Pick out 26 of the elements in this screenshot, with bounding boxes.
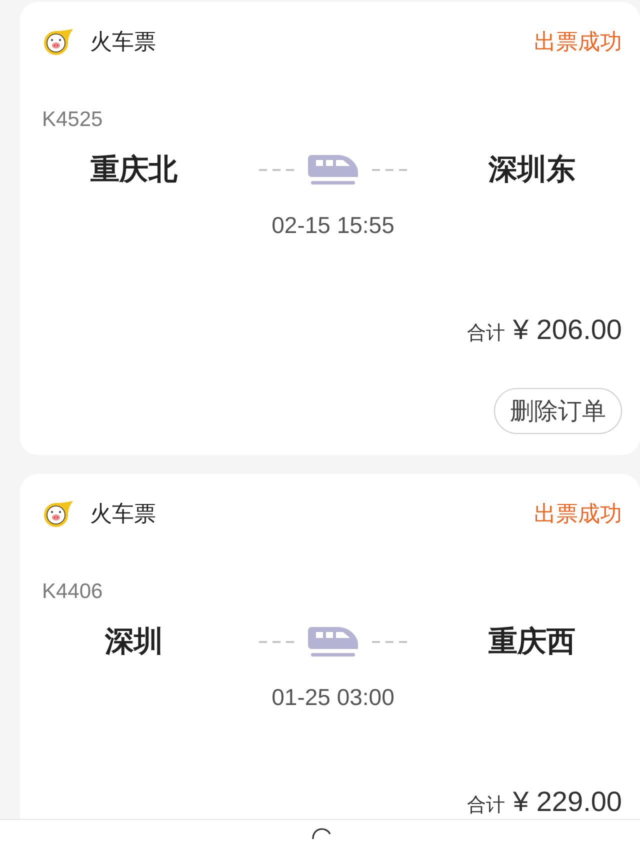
departure-station: 重庆北 — [90, 153, 178, 188]
delete-order-button[interactable]: 删除订单 — [494, 388, 622, 434]
total-amount: ¥ 206.00 — [513, 314, 622, 346]
train-icon — [308, 155, 358, 185]
train-number: K4406 — [42, 580, 103, 604]
departure-time: 01-25 03:00 — [272, 683, 394, 711]
pig-logo-icon — [42, 28, 74, 56]
dashed-line — [372, 641, 407, 643]
total-amount: ¥ 229.00 — [513, 786, 622, 818]
dashed-line — [372, 169, 407, 171]
total-label: 合计 — [467, 322, 505, 346]
dashed-line — [259, 169, 294, 171]
train-icon — [308, 627, 358, 657]
departure-time: 02-15 15:55 — [272, 211, 394, 239]
category-title: 火车票 — [90, 500, 156, 528]
pig-logo-icon — [42, 500, 74, 528]
category-title: 火车票 — [90, 28, 156, 56]
order-status: 出票成功 — [534, 28, 622, 56]
arc-icon — [311, 828, 333, 840]
arrival-station: 深圳东 — [488, 153, 576, 188]
total-label: 合计 — [467, 794, 505, 818]
departure-station: 深圳 — [105, 625, 163, 660]
arrival-station: 重庆西 — [488, 625, 576, 660]
dashed-line — [259, 641, 294, 643]
train-number: K4525 — [42, 108, 103, 132]
order-status: 出票成功 — [534, 500, 622, 528]
